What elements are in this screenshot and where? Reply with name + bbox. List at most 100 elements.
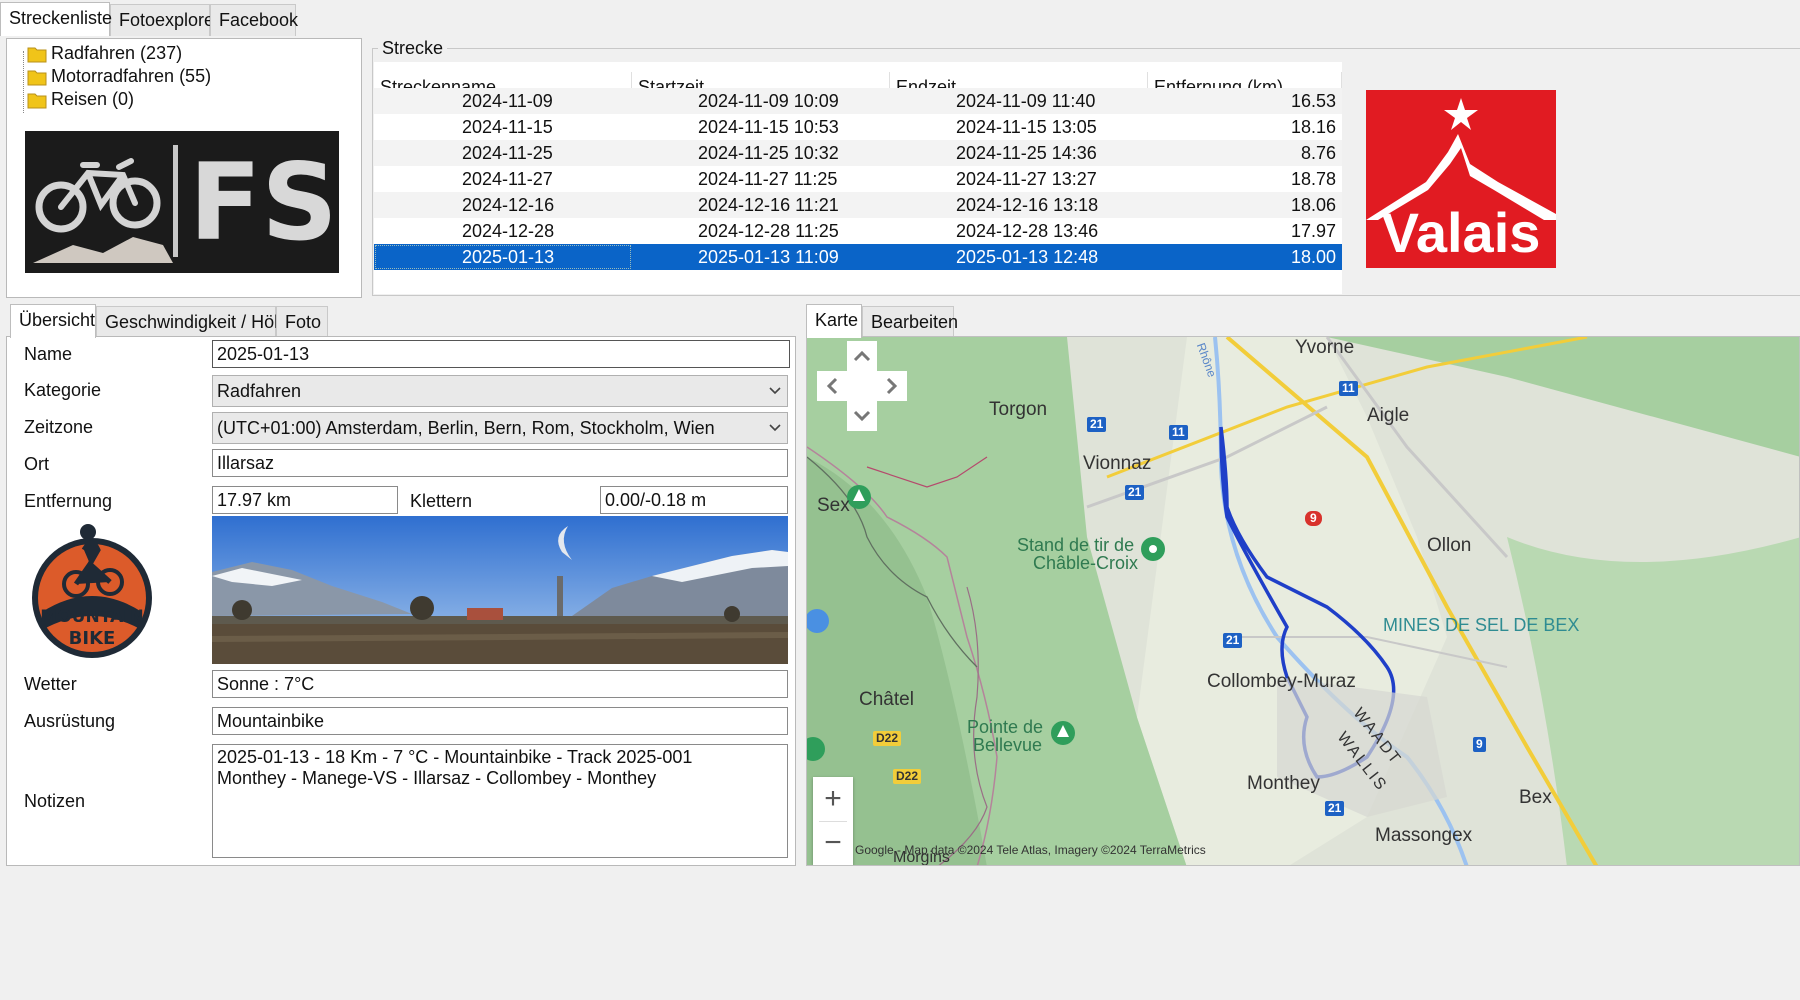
klettern-input[interactable]: 0.00/-0.18 m: [600, 486, 788, 514]
wetter-input[interactable]: Sonne : 7°C: [212, 670, 788, 698]
map-label-bex: Bex: [1519, 787, 1552, 808]
map-view[interactable]: 11 21 11 21 9 21 D22 D22 9 21 Yvorne Aig…: [806, 336, 1800, 866]
table-row[interactable]: 2024-11-27 2024-11-27 11:25 2024-11-27 13:…: [374, 166, 1342, 192]
cell-entfernung: 17.97: [1290, 221, 1336, 241]
zeitzone-select[interactable]: (UTC+01:00) Amsterdam, Berlin, Bern, Rom…: [212, 412, 788, 444]
ort-input[interactable]: Illarsaz: [212, 449, 788, 477]
map-label-ollon: Ollon: [1427, 535, 1472, 556]
table-row[interactable]: 2024-11-25 2024-11-25 10:32 2024-11-25 14:…: [374, 140, 1342, 166]
cell-startzeit: 2024-11-09 10:09: [698, 91, 839, 111]
track-photo[interactable]: [212, 516, 788, 664]
entfernung-input[interactable]: 17.97 km: [212, 486, 398, 514]
tab-fotoexplorer[interactable]: Fotoexplorer: [110, 4, 220, 36]
table-row[interactable]: 2024-11-09 2024-11-09 10:09 2024-11-09 11:…: [374, 88, 1342, 114]
ausruestung-input[interactable]: Mountainbike: [212, 707, 788, 735]
table-row[interactable]: 2025-01-13 2025-01-13 11:09 2025-01-13 12:…: [374, 244, 1342, 270]
zoom-in-button[interactable]: +: [813, 777, 853, 821]
cell-endzeit: 2024-11-09 11:40: [956, 91, 1096, 111]
map-label-sex: Sex: [817, 495, 850, 516]
chevron-right-icon: [886, 377, 898, 395]
map-label-bellevue: Bellevue: [973, 735, 1043, 755]
notizen-line1: 2025-01-13 - 18 Km - 7 °C - Mountainbike…: [217, 747, 693, 767]
cell-streckenname: 2024-11-27: [462, 169, 553, 189]
cell-startzeit: 2024-12-16 11:21: [698, 195, 839, 215]
tab-foto[interactable]: Foto: [276, 306, 328, 338]
tab-bearbeiten[interactable]: Bearbeiten: [862, 306, 958, 338]
cell-endzeit: 2024-11-27 13:27: [956, 169, 1097, 189]
cell-entfernung: 16.53: [1290, 91, 1336, 111]
cell-streckenname: 2024-12-28: [462, 221, 555, 241]
folder-icon: [27, 70, 47, 86]
tree-item-motorradfahren[interactable]: Motorradfahren (55): [7, 64, 347, 88]
mtb-logo-text2: BIKE: [69, 628, 116, 649]
tree-item-reisen[interactable]: Reisen (0): [7, 87, 347, 111]
cell-streckenname: 2024-11-09: [462, 91, 553, 111]
kategorie-label: Kategorie: [24, 380, 102, 400]
name-input[interactable]: 2025-01-13: [212, 340, 790, 368]
bicycle-icon: [33, 158, 173, 263]
zoom-out-button[interactable]: −: [813, 821, 853, 865]
chevron-down-icon: [769, 424, 781, 432]
tab-karte[interactable]: Karte: [806, 304, 862, 338]
road-badge: D22: [873, 731, 902, 746]
tab-uebersicht[interactable]: Übersicht: [10, 304, 96, 338]
map-label-torgon: Torgon: [989, 399, 1048, 420]
fs-logo-text: FS: [189, 141, 338, 264]
notizen-label: Notizen: [24, 791, 86, 811]
pan-down-button[interactable]: [847, 401, 877, 431]
map-attribution: Google - Map data ©2024 Tele Atlas, Imag…: [855, 843, 1206, 857]
table-row[interactable]: 2024-11-15 2024-11-15 10:53 2024-11-15 13:…: [374, 114, 1342, 140]
road-badge: 21: [1087, 417, 1107, 432]
zeitzone-value: (UTC+01:00) Amsterdam, Berlin, Bern, Rom…: [217, 418, 715, 438]
tab-facebook[interactable]: Facebook: [210, 4, 298, 36]
zeitzone-label: Zeitzone: [24, 417, 94, 437]
pan-up-button[interactable]: [847, 341, 877, 371]
cell-entfernung: 18.78: [1290, 169, 1336, 189]
map-label-massongex: Massongex: [1375, 825, 1473, 846]
notizen-textarea[interactable]: 2025-01-13 - 18 Km - 7 °C - Mountainbike…: [212, 744, 788, 858]
map-label-vionnaz: Vionnaz: [1083, 453, 1152, 474]
map-zoom-control: + −: [813, 777, 853, 865]
cell-startzeit: 2024-11-25 10:32: [698, 143, 839, 163]
mountain-bike-logo: MOUNTAIN BIKE: [32, 524, 152, 658]
pan-right-button[interactable]: [877, 371, 907, 401]
pan-center: [847, 371, 877, 401]
entfernung-label: Entfernung: [24, 491, 113, 511]
mtb-logo-text1: MOUNTAIN: [40, 607, 143, 627]
cell-endzeit: 2025-01-13 12:48: [956, 247, 1099, 267]
road-badge: 9: [1305, 511, 1322, 526]
kategorie-value: Radfahren: [217, 381, 302, 401]
tree-item-radfahren[interactable]: Radfahren (237): [7, 41, 347, 65]
valais-logo-text: Valais: [1381, 201, 1541, 264]
table-row[interactable]: 2024-12-16 2024-12-16 11:21 2024-12-16 13:…: [374, 192, 1342, 218]
map-label-yvorne: Yvorne: [1295, 337, 1355, 358]
folder-icon: [27, 47, 47, 63]
road-badge: 21: [1125, 485, 1145, 500]
pan-left-button[interactable]: [817, 371, 847, 401]
kategorie-select[interactable]: Radfahren: [212, 375, 788, 407]
road-badge: 21: [1223, 633, 1243, 648]
tab-geschwindigkeit-hoehe[interactable]: Geschwindigkeit / Höhe: [96, 306, 294, 338]
cell-startzeit: 2025-01-13 11:09: [698, 247, 839, 267]
tab-streckenliste[interactable]: Streckenliste: [0, 2, 112, 36]
klettern-label: Klettern: [410, 491, 473, 511]
map-pan-control: [815, 341, 909, 435]
cell-entfernung: 18.00: [1290, 247, 1336, 267]
cell-streckenname: 2024-11-15: [462, 117, 553, 137]
map-pin-sex: [847, 485, 871, 509]
map-label-chatel: Châtel: [859, 689, 914, 710]
strecke-group-title: Strecke: [378, 38, 448, 58]
cell-endzeit: 2024-12-28 13:46: [956, 221, 1099, 241]
ausruestung-label: Ausrüstung: [24, 711, 116, 731]
tree-item-label: Reisen (0): [51, 89, 135, 109]
category-tree-panel: Radfahren (237) Motorradfahren (55) Reis…: [6, 38, 362, 298]
tree-item-label: Motorradfahren (55): [51, 66, 212, 86]
name-label: Name: [24, 344, 73, 364]
focus-rect: [375, 245, 631, 269]
cell-entfernung: 8.76: [1300, 143, 1336, 163]
table-row[interactable]: 2024-12-28 2024-12-28 11:25 2024-12-28 13:…: [374, 218, 1342, 244]
cell-startzeit: 2024-12-28 11:25: [698, 221, 839, 241]
map-label-monthey: Monthey: [1247, 773, 1320, 794]
road-badge: 21: [1325, 801, 1345, 816]
cell-endzeit: 2024-12-16 13:18: [956, 195, 1099, 215]
